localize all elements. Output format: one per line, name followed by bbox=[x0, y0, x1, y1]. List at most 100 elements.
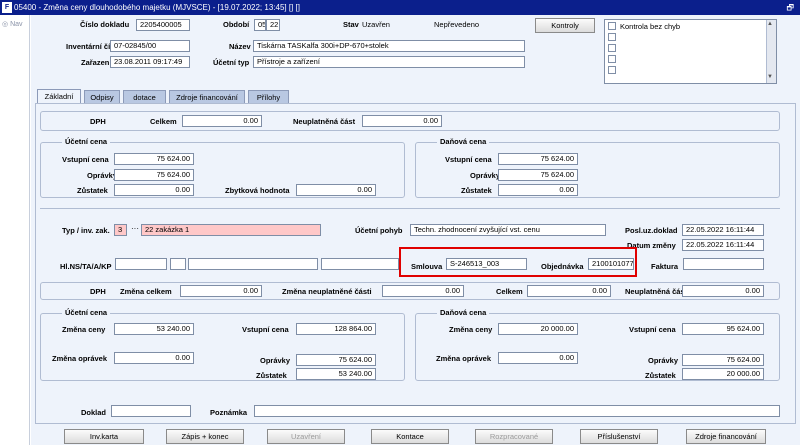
zustatek2-field[interactable]: 53 240.00 bbox=[296, 368, 376, 380]
hl-ta-field[interactable] bbox=[170, 258, 186, 270]
danova-opravky-field[interactable]: 75 624.00 bbox=[498, 169, 578, 181]
danova-opravky2-label: Oprávky bbox=[648, 356, 679, 365]
smlouva-field[interactable]: S-246513_003 bbox=[446, 258, 527, 270]
dph-celkem-label: Celkem bbox=[150, 117, 177, 126]
ellipsis-icon[interactable]: ··· bbox=[129, 224, 141, 236]
app-icon: F bbox=[2, 2, 12, 13]
obdobi-year-field[interactable]: 22 bbox=[266, 19, 280, 31]
zmena-celkem-label: Změna celkem bbox=[120, 287, 172, 296]
danova-zmena-opravek-field[interactable]: 0.00 bbox=[498, 352, 578, 364]
rozpracovane-button[interactable]: Rozpracované bbox=[475, 429, 553, 444]
list-checkbox[interactable] bbox=[608, 55, 616, 63]
dph2-label: DPH bbox=[90, 287, 106, 296]
danova-zmena-ceny-field[interactable]: 20 000.00 bbox=[498, 323, 578, 335]
scroll-down-icon[interactable]: ▼ bbox=[767, 74, 773, 80]
cislo-field[interactable]: 2205400005 bbox=[136, 19, 190, 31]
faktura-field[interactable] bbox=[683, 258, 764, 270]
nazev-label: Název bbox=[229, 42, 251, 51]
pohyb-label: Účetní pohyb bbox=[355, 226, 403, 235]
danova-vstupni-label: Vstupní cena bbox=[445, 155, 492, 164]
vstupni-cena2-field[interactable]: 128 864.00 bbox=[296, 323, 376, 335]
list-checkbox[interactable] bbox=[608, 33, 616, 41]
zdroje-financovani-button[interactable]: Zdroje financování bbox=[686, 429, 766, 444]
faktura-label: Faktura bbox=[651, 262, 679, 271]
dph2-celkem-field[interactable]: 0.00 bbox=[527, 285, 611, 297]
tab-odpisy[interactable]: Odpisy bbox=[84, 90, 120, 104]
dph-celkem-field[interactable]: 0.00 bbox=[182, 115, 262, 127]
vstupni-cena-field[interactable]: 75 624.00 bbox=[114, 153, 194, 165]
opravky2-field[interactable]: 75 624.00 bbox=[296, 354, 376, 366]
kontrola-text: Kontrola bez chyb bbox=[620, 22, 681, 31]
zustatek-field[interactable]: 0.00 bbox=[114, 184, 194, 196]
zarazen-label: Zařazen bbox=[81, 58, 110, 67]
zbytkova-field[interactable]: 0.00 bbox=[296, 184, 376, 196]
zmena-neupl-field[interactable]: 0.00 bbox=[382, 285, 464, 297]
danova-zmena-opravek-label: Změna oprávek bbox=[436, 354, 492, 363]
inv-karta-button[interactable]: Inv.karta bbox=[64, 429, 144, 444]
ucetni-cena2-caption: Účetní cena bbox=[62, 308, 111, 317]
dph2-neupl-field[interactable]: 0.00 bbox=[682, 285, 764, 297]
vstupni-cena-label: Vstupní cena bbox=[62, 155, 109, 164]
danova-vstupni2-field[interactable]: 95 624.00 bbox=[682, 323, 764, 335]
hl-a-field[interactable] bbox=[188, 258, 318, 270]
nazev-field[interactable]: Tiskárna TASKalfa 300i+DP-670+stolek bbox=[253, 40, 525, 52]
danova-cena2-caption: Daňová cena bbox=[437, 308, 490, 317]
dph-neupl-field[interactable]: 0.00 bbox=[362, 115, 442, 127]
danova-zustatek2-label: Zůstatek bbox=[645, 371, 676, 380]
prevod-status: Nepřevedeno bbox=[434, 20, 480, 29]
poznamka-field[interactable] bbox=[254, 405, 780, 417]
typ-label: Typ / inv. zak. bbox=[62, 226, 110, 235]
danova-zustatek-field[interactable]: 0.00 bbox=[498, 184, 578, 196]
obdobi-month-field[interactable]: 05 bbox=[254, 19, 266, 31]
divider bbox=[40, 208, 780, 209]
zarazen-field[interactable]: 23.08.2011 09:17:49 bbox=[110, 56, 190, 68]
tab-dotace[interactable]: dotace bbox=[123, 90, 166, 104]
tab-prilohy[interactable]: Přílohy bbox=[248, 90, 289, 104]
title-bar: F 05400 - Změna ceny dlouhodobého majetk… bbox=[0, 0, 800, 15]
scroll-up-icon[interactable]: ▲ bbox=[767, 21, 773, 27]
tab-zdroje[interactable]: Zdroje financování bbox=[169, 90, 245, 104]
danova-opravky2-field[interactable]: 75 624.00 bbox=[682, 354, 764, 366]
list-checkbox[interactable] bbox=[608, 44, 616, 52]
tab-zakladni[interactable]: Základní bbox=[37, 89, 81, 104]
nav-label: Nav bbox=[10, 21, 23, 28]
opravky2-label: Oprávky bbox=[260, 356, 291, 365]
opravky-label: Oprávky bbox=[87, 171, 118, 180]
zmena-celkem-field[interactable]: 0.00 bbox=[180, 285, 262, 297]
zmena-opravek-label: Změna oprávek bbox=[52, 354, 108, 363]
nav-item[interactable]: ◎ Nav bbox=[2, 20, 23, 28]
doklad-field[interactable] bbox=[111, 405, 191, 417]
zmena-ceny-label: Změna ceny bbox=[62, 325, 106, 334]
list-checkbox[interactable] bbox=[608, 66, 616, 74]
zmena-opravek-field[interactable]: 0.00 bbox=[114, 352, 194, 364]
zapis-konec-button[interactable]: Zápis + konec bbox=[166, 429, 244, 444]
objednavka-field[interactable]: 2100101077 bbox=[588, 258, 634, 270]
window-title: 05400 - Změna ceny dlouhodobého majetku … bbox=[14, 3, 300, 12]
kontroly-button[interactable]: Kontroly bbox=[535, 18, 595, 33]
opravky-field[interactable]: 75 624.00 bbox=[114, 169, 194, 181]
dph-neupl-label: Neuplatněná část bbox=[293, 117, 356, 126]
hl-ns-field[interactable] bbox=[115, 258, 167, 270]
ucetni-typ-field[interactable]: Přístroje a zařízení bbox=[253, 56, 525, 68]
hl-kp-field[interactable] bbox=[321, 258, 399, 270]
kontrola-checkbox[interactable] bbox=[608, 22, 616, 30]
inv-field[interactable]: 07-02845/00 bbox=[110, 40, 190, 52]
restore-icon[interactable]: 🗗 bbox=[786, 0, 794, 15]
danova-zustatek2-field[interactable]: 20 000.00 bbox=[682, 368, 764, 380]
pohyb-field[interactable]: Techn. zhodnocení zvyšující vst. cenu bbox=[410, 224, 606, 236]
smlouva-label: Smlouva bbox=[411, 262, 443, 271]
objednavka-label: Objednávka bbox=[541, 262, 584, 271]
danova-vstupni-field[interactable]: 75 624.00 bbox=[498, 153, 578, 165]
zustatek-label: Zůstatek bbox=[77, 186, 108, 195]
prislusenstvi-button[interactable]: Příslušenství bbox=[580, 429, 658, 444]
posl-field[interactable]: 22.05.2022 16:11:44 bbox=[682, 224, 764, 236]
stav-label: Stav bbox=[343, 20, 359, 29]
uzavreni-button[interactable]: Uzavření bbox=[267, 429, 345, 444]
datum-field[interactable]: 22.05.2022 16:11:44 bbox=[682, 239, 764, 251]
zakazka-field[interactable]: 22 zakázka 1 bbox=[141, 224, 321, 236]
kontace-button[interactable]: Kontace bbox=[371, 429, 449, 444]
typ-field[interactable]: 3 bbox=[114, 224, 127, 236]
zmena-ceny-field[interactable]: 53 240.00 bbox=[114, 323, 194, 335]
dph-label: DPH bbox=[90, 117, 106, 126]
dph2-neupl-label: Neuplatněná část bbox=[625, 287, 688, 296]
